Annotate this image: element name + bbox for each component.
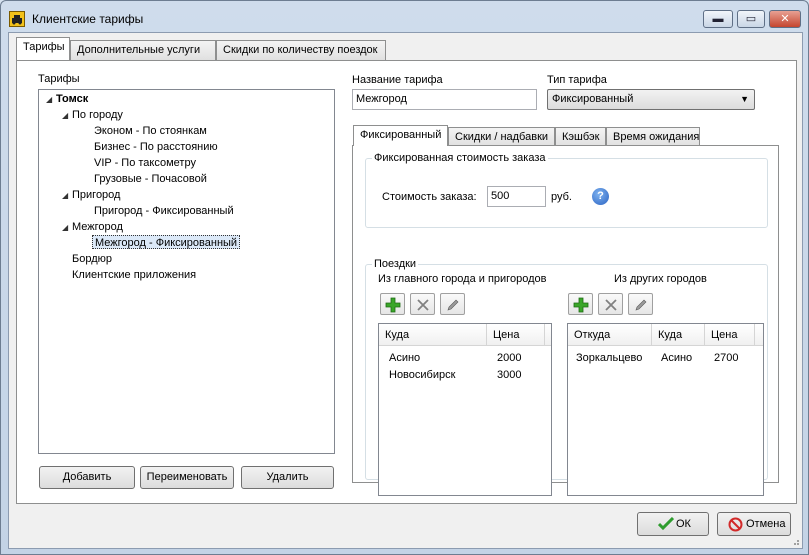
column-header-price[interactable]: Цена: [705, 324, 755, 346]
cell-price: 2700: [714, 352, 739, 364]
cancel-label: Отмена: [746, 518, 786, 530]
title-bar[interactable]: Клиентские тарифы ▬ ▭ ✕: [1, 1, 808, 35]
tariff-tree-heading: Тарифы: [38, 73, 80, 85]
from-main-city-title: Из главного города и пригородов: [378, 273, 547, 285]
add-other-route-button[interactable]: [568, 293, 593, 315]
tree-node-tomsk[interactable]: Томск: [56, 92, 88, 106]
pencil-icon: [447, 299, 459, 311]
tab-tariffs[interactable]: Тарифы: [16, 37, 70, 60]
tree-node-intercity[interactable]: Межгород: [72, 220, 123, 234]
tree-node-client-apps[interactable]: Клиентские приложения: [72, 268, 196, 282]
grid-header: Откуда Куда Цена: [568, 324, 763, 346]
cell-to: Асино: [661, 352, 693, 364]
plus-icon: [385, 297, 401, 313]
order-cost-label: Стоимость заказа:: [382, 191, 477, 203]
from-other-cities-grid[interactable]: Откуда Куда Цена Зоркальцево Асино 2700: [567, 323, 764, 496]
ok-button[interactable]: ОК: [637, 512, 709, 536]
tree-node-suburb[interactable]: Пригород: [72, 188, 120, 202]
fixed-cost-group-title: Фиксированная стоимость заказа: [372, 152, 548, 164]
ok-label: ОК: [676, 518, 691, 530]
tree-node-cargo[interactable]: Грузовые - Почасовой: [94, 172, 207, 186]
tariffs-tab-panel: Тарифы ◢ Томск ◢ По городу Эконом - По с…: [16, 60, 797, 504]
column-header-to[interactable]: Куда: [652, 324, 705, 346]
x-icon: [417, 299, 429, 311]
tariff-type-select[interactable]: Фиксированный ▼: [547, 89, 755, 110]
rename-tariff-button[interactable]: Переименовать: [140, 466, 234, 489]
add-tariff-button[interactable]: Добавить: [39, 466, 135, 489]
dialog-window: Клиентские тарифы ▬ ▭ ✕ Тарифы Дополните…: [0, 0, 809, 555]
from-main-city-grid[interactable]: Куда Цена Асино 2000 Новосибирск 3000: [378, 323, 552, 496]
remove-route-button[interactable]: [410, 293, 435, 315]
currency-unit-label: руб.: [551, 191, 572, 203]
pencil-icon: [635, 299, 647, 311]
cell-price: 2000: [497, 352, 522, 364]
order-cost-input[interactable]: 500: [487, 186, 546, 207]
cancel-button[interactable]: Отмена: [717, 512, 791, 536]
add-route-button[interactable]: [380, 293, 405, 315]
fixed-tab-panel: Фиксированная стоимость заказа Стоимость…: [352, 145, 779, 496]
expand-arrow-icon[interactable]: ◢: [62, 191, 68, 200]
minimize-button[interactable]: ▬: [703, 10, 733, 28]
tariff-type-value: Фиксированный: [552, 93, 634, 105]
column-header-to[interactable]: Куда: [379, 324, 487, 346]
remove-other-route-button[interactable]: [598, 293, 623, 315]
inner-tab-waiting-time[interactable]: Время ожидания: [606, 127, 700, 146]
tariff-name-input[interactable]: Межгород: [352, 89, 537, 110]
tree-node-suburb-fixed[interactable]: Пригород - Фиксированный: [94, 204, 234, 218]
tree-node-city[interactable]: По городу: [72, 108, 123, 122]
fixed-cost-group: Фиксированная стоимость заказа Стоимость…: [365, 152, 768, 228]
tab-trip-count-discounts[interactable]: Скидки по количеству поездок: [216, 40, 386, 60]
trips-group: Поездки Из главного города и пригородов …: [365, 258, 768, 496]
tariff-name-label: Название тарифа: [352, 74, 443, 86]
delete-tariff-button[interactable]: Удалить: [241, 466, 334, 489]
checkmark-icon: [658, 517, 674, 531]
taxi-app-icon: [9, 11, 25, 27]
tree-node-intercity-fixed[interactable]: Межгород - Фиксированный: [92, 235, 241, 249]
from-other-cities-title: Из других городов: [614, 273, 707, 285]
resize-grip-icon[interactable]: [790, 536, 800, 546]
tree-node-economy[interactable]: Эконом - По стоянкам: [94, 124, 207, 138]
expand-arrow-icon[interactable]: ◢: [46, 95, 52, 104]
help-icon[interactable]: ?: [592, 188, 609, 205]
tree-node-vip[interactable]: VIP - По таксометру: [94, 156, 196, 170]
close-button[interactable]: ✕: [769, 10, 801, 28]
edit-route-button[interactable]: [440, 293, 465, 315]
trips-group-title: Поездки: [372, 258, 419, 270]
expand-arrow-icon[interactable]: ◢: [62, 223, 68, 232]
window-title: Клиентские тарифы: [32, 12, 144, 26]
cell-to: Новосибирск: [389, 369, 456, 381]
tariff-type-label: Тип тарифа: [547, 74, 607, 86]
column-header-price[interactable]: Цена: [487, 324, 545, 346]
x-icon: [605, 299, 617, 311]
no-entry-icon: [728, 517, 743, 532]
inner-tab-fixed[interactable]: Фиксированный: [353, 125, 448, 146]
grid-header: Куда Цена: [379, 324, 551, 346]
maximize-button[interactable]: ▭: [737, 10, 765, 28]
tree-node-business[interactable]: Бизнес - По расстоянию: [94, 140, 218, 154]
edit-other-route-button[interactable]: [628, 293, 653, 315]
inner-tab-cashback[interactable]: Кэшбэк: [555, 127, 606, 146]
tariff-tree[interactable]: ◢ Томск ◢ По городу Эконом - По стоянкам…: [38, 89, 335, 454]
chevron-down-icon: ▼: [740, 94, 749, 104]
cell-from: Зоркальцево: [576, 352, 643, 364]
column-header-from[interactable]: Откуда: [568, 324, 652, 346]
dialog-client-area: Тарифы Дополнительные услуги Скидки по к…: [8, 32, 803, 549]
cell-price: 3000: [497, 369, 522, 381]
cell-to: Асино: [389, 352, 421, 364]
inner-tab-discounts[interactable]: Скидки / надбавки: [448, 127, 555, 146]
expand-arrow-icon[interactable]: ◢: [62, 111, 68, 120]
tree-node-bordyur[interactable]: Бордюр: [72, 252, 112, 266]
plus-icon: [573, 297, 589, 313]
tab-additional-services[interactable]: Дополнительные услуги: [70, 40, 216, 60]
